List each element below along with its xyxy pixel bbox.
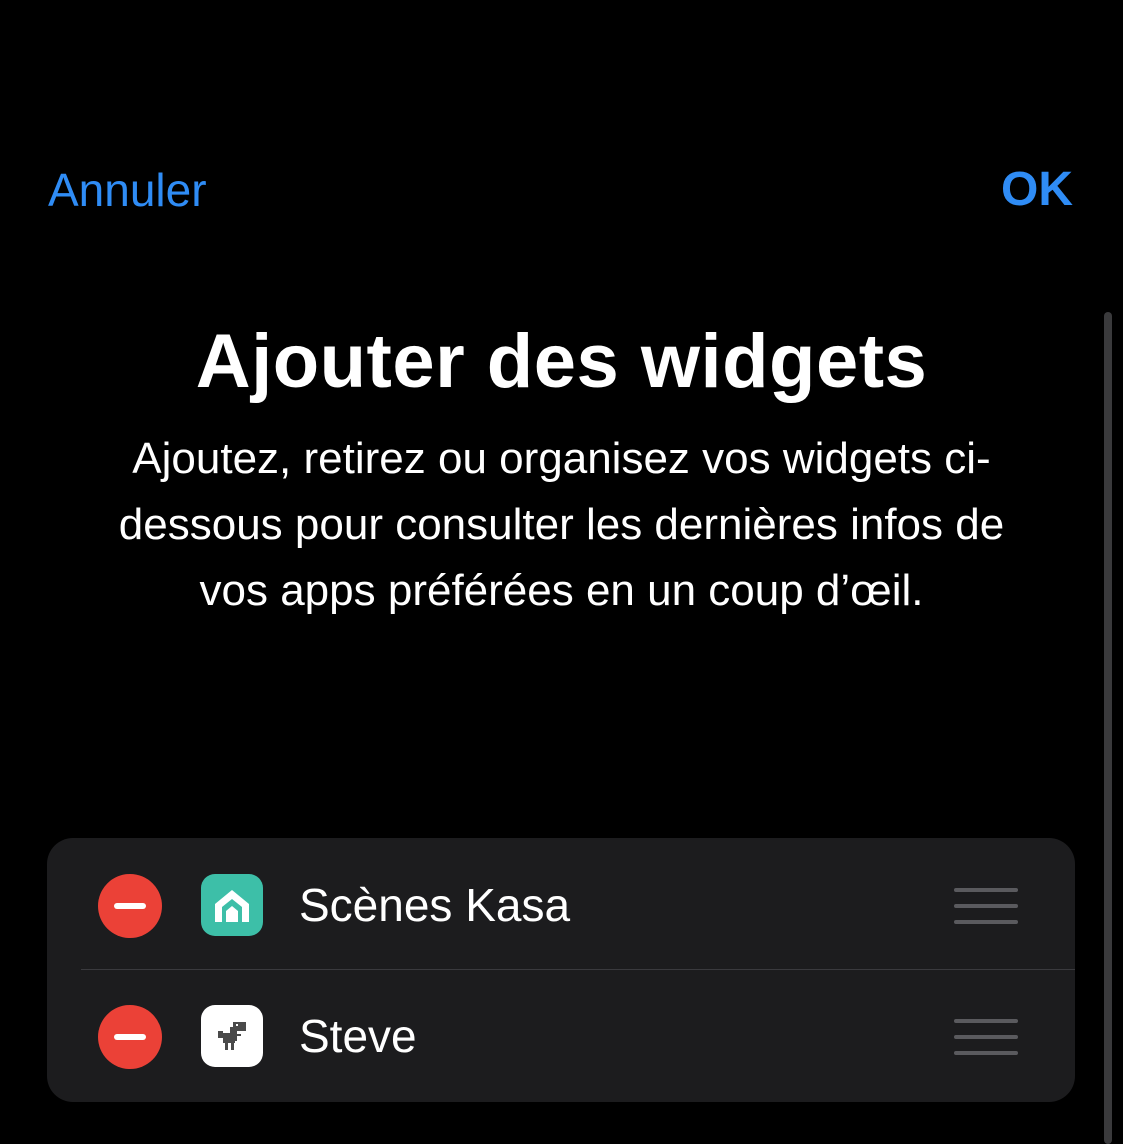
scrollbar[interactable] [1104,312,1112,1144]
widget-row-kasa: Scènes Kasa [47,838,1075,970]
widget-name: Scènes Kasa [299,879,571,931]
remove-widget-button[interactable] [98,874,162,938]
minus-icon [114,1034,146,1040]
widget-list: Scènes Kasa Steve [47,838,1075,1102]
widget-row-steve: Steve [47,969,1075,1100]
drag-handle-icon[interactable] [954,1019,1020,1055]
remove-widget-button[interactable] [98,1005,162,1069]
widget-name: Steve [299,1010,417,1062]
page-description: Ajoutez, retirez ou organisez vos widget… [118,434,1005,615]
minus-icon [114,903,146,909]
page-title: Ajouter des widgets [195,319,928,404]
dinosaur-app-icon [201,1005,263,1067]
cancel-button[interactable]: Annuler [48,160,207,220]
drag-handle-icon[interactable] [954,888,1020,924]
ok-button[interactable]: OK [1001,160,1073,220]
kasa-app-icon [201,874,263,936]
